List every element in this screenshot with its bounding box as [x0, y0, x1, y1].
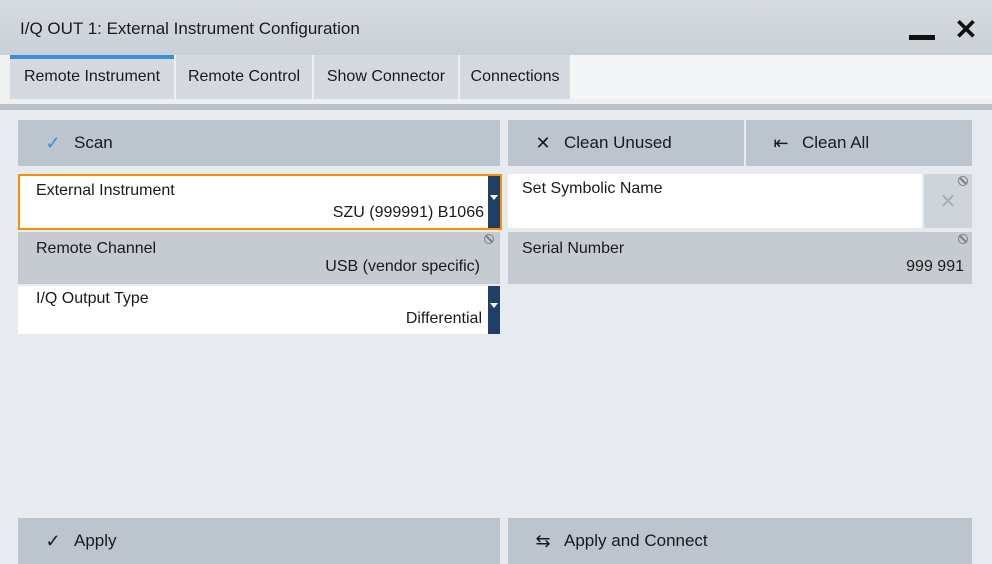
iq-output-type-label: I/Q Output Type	[36, 290, 149, 307]
check-icon: ✓	[45, 530, 61, 551]
symbolic-name-label: Set Symbolic Name	[522, 180, 663, 197]
serial-number-field: Serial Number 999 991	[508, 232, 972, 284]
serial-number-label: Serial Number	[522, 240, 625, 257]
read-only-icon	[958, 234, 968, 244]
apply-button-label: Apply	[74, 531, 117, 550]
title-bar: I/Q OUT 1: External Instrument Configura…	[0, 0, 992, 60]
check-icon: ✓	[45, 132, 61, 153]
clean-all-button[interactable]: ⇤ Clean All	[746, 120, 972, 166]
external-instrument-value: SZU (999991) B1066	[332, 204, 484, 221]
remote-channel-label: Remote Channel	[36, 240, 157, 257]
clean-unused-button-label: Clean Unused	[564, 133, 672, 152]
tab-divider	[0, 104, 992, 110]
dialog-title: I/Q OUT 1: External Instrument Configura…	[20, 19, 360, 38]
x-icon: ✕	[535, 132, 551, 153]
tab-remote-control[interactable]: Remote Control	[176, 55, 312, 99]
iq-output-type-select[interactable]: I/Q Output Type Differential	[18, 286, 500, 334]
external-instrument-label: External Instrument	[36, 182, 175, 199]
dropdown-arrow-icon[interactable]	[488, 286, 500, 334]
external-instrument-select[interactable]: External Instrument SZU (999991) B1066	[18, 174, 502, 230]
apply-and-connect-button-label: Apply and Connect	[564, 531, 708, 550]
clean-unused-button[interactable]: ✕ Clean Unused	[508, 120, 744, 166]
serial-number-value: 999 991	[906, 258, 964, 275]
minimize-button[interactable]	[904, 12, 940, 48]
scan-button-label: Scan	[74, 133, 113, 152]
apply-button[interactable]: ✓ Apply	[18, 518, 500, 564]
clean-all-button-label: Clean All	[802, 133, 870, 152]
dropdown-arrow-icon[interactable]	[488, 176, 500, 228]
clear-icon: ✕	[939, 190, 957, 213]
remote-channel-field: Remote Channel USB (vendor specific)	[18, 232, 500, 284]
close-icon: ✕	[954, 14, 978, 45]
iq-output-type-value: Differential	[405, 310, 482, 327]
read-only-icon	[484, 234, 494, 244]
close-button[interactable]: ✕	[948, 12, 984, 48]
tab-show-connector[interactable]: Show Connector	[314, 55, 458, 99]
minimize-icon	[909, 34, 935, 40]
apply-and-connect-button[interactable]: ⇆ Apply and Connect	[508, 518, 972, 564]
tab-bar: Remote Instrument Remote Control Show Co…	[0, 55, 992, 107]
read-only-icon	[958, 176, 968, 186]
dialog-window: I/Q OUT 1: External Instrument Configura…	[0, 0, 992, 564]
tab-bar-empty	[570, 55, 992, 99]
remote-channel-value: USB (vendor specific)	[325, 258, 480, 275]
swap-arrows-icon: ⇆	[535, 530, 551, 551]
arrow-left-bar-icon: ⇤	[773, 132, 789, 153]
scan-button[interactable]: ✓ Scan	[18, 120, 500, 166]
tab-remote-instrument[interactable]: Remote Instrument	[10, 55, 174, 99]
symbolic-name-input[interactable]: Set Symbolic Name	[508, 174, 922, 228]
tab-connections[interactable]: Connections	[460, 55, 570, 99]
clear-symbolic-name-button[interactable]: ✕	[924, 174, 972, 228]
